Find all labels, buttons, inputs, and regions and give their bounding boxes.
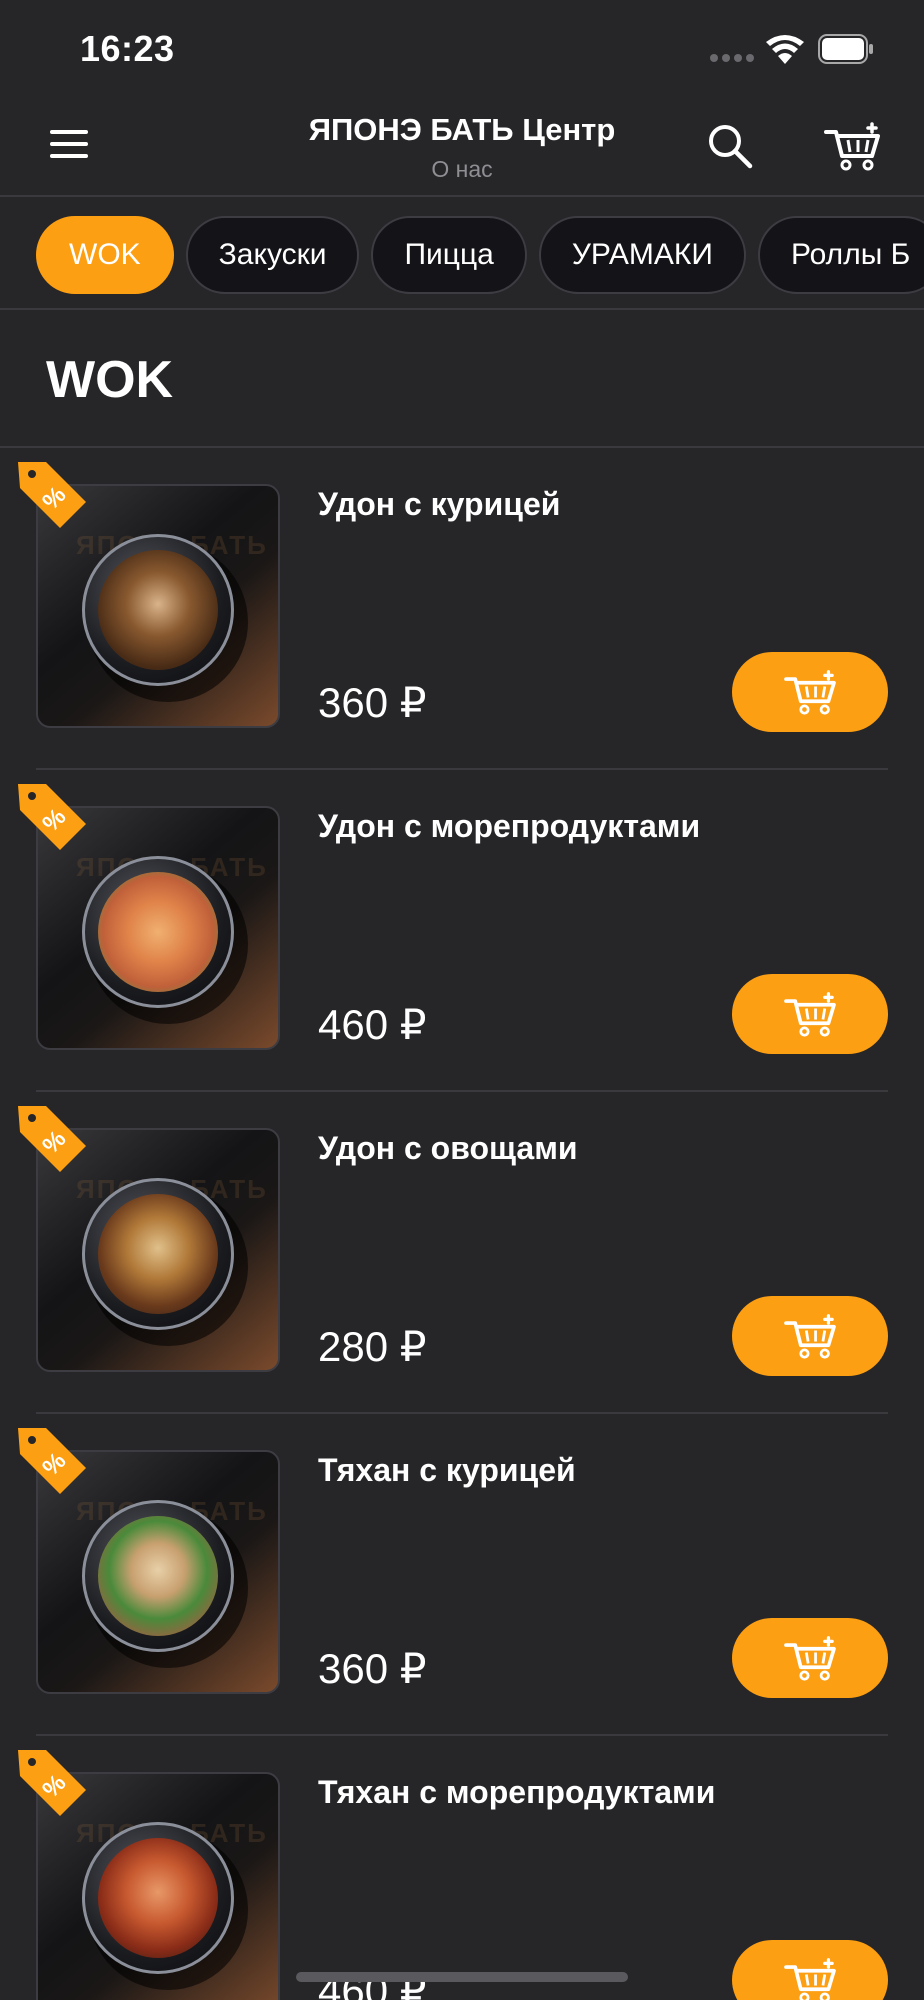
category-tabs: WOK Закуски Пицца УРАМАКИ Роллы Б (0, 198, 924, 310)
hamburger-menu-icon[interactable] (48, 126, 90, 162)
status-bar: 16:23 (0, 0, 924, 100)
discount-tag-icon: % (18, 1428, 86, 1494)
product-name: Тяхан с курицей (318, 1452, 576, 1488)
product-price: 280 ₽ (318, 1323, 427, 1370)
product-name: Тяхан с морепродуктами (318, 1774, 716, 1810)
section-title: WOK (46, 351, 174, 409)
discount-tag-icon: % (18, 1750, 86, 1816)
product-card[interactable]: ЯПОНЭ БАТЬ % Удон с овощами 280 ₽ (0, 1092, 924, 1414)
add-to-cart-icon (784, 1958, 836, 2000)
tab-zakuski[interactable]: Закуски (185, 216, 360, 294)
add-to-cart-icon (784, 1314, 836, 1359)
dish-photo (98, 1194, 218, 1314)
discount-tag-icon: % (18, 784, 86, 850)
product-card[interactable]: ЯПОНЭ БАТЬ % Тяхан с морепродуктами 460 … (0, 1736, 924, 2000)
product-card[interactable]: ЯПОНЭ БАТЬ % Удон с курицей 360 ₽ (0, 448, 924, 770)
product-name: Удон с морепродуктами (318, 808, 701, 844)
add-to-cart-button[interactable] (732, 1940, 888, 2000)
product-price: 460 ₽ (318, 1001, 427, 1048)
add-to-cart-icon (784, 1636, 836, 1681)
tab-rolly[interactable]: Роллы Б (757, 216, 924, 294)
category-row: WOK Закуски Пицца УРАМАКИ Роллы Б (36, 216, 924, 294)
add-to-cart-icon (784, 670, 836, 715)
product-card[interactable]: ЯПОНЭ БАТЬ % Тяхан с курицей 360 ₽ (0, 1414, 924, 1736)
add-to-cart-button[interactable] (732, 1296, 888, 1376)
product-name: Удон с курицей (318, 486, 561, 522)
tab-pizza[interactable]: Пицца (371, 216, 527, 294)
product-card[interactable]: ЯПОНЭ БАТЬ % Удон с морепродуктами 460 ₽ (0, 770, 924, 1092)
discount-tag-icon: % (18, 462, 86, 528)
add-to-cart-icon (784, 992, 836, 1037)
dish-photo (98, 872, 218, 992)
app-screen: 16:23 ЯПОНЭ БАТЬ Центр О нас WOK Закуски… (0, 0, 924, 2000)
discount-tag-icon: % (18, 1106, 86, 1172)
about-link[interactable]: О нас (200, 156, 724, 183)
product-price: 360 ₽ (318, 679, 427, 726)
wifi-icon (766, 35, 804, 64)
app-header: ЯПОНЭ БАТЬ Центр О нас (0, 100, 924, 197)
tab-uramaki[interactable]: УРАМАКИ (538, 216, 746, 294)
restaurant-title[interactable]: ЯПОНЭ БАТЬ Центр (200, 112, 724, 148)
dish-photo (98, 1516, 218, 1636)
cellular-signal-icon (710, 54, 754, 64)
status-time: 16:23 (80, 28, 175, 69)
add-to-cart-button[interactable] (732, 1618, 888, 1698)
shopping-cart-icon[interactable] (822, 120, 882, 172)
dish-photo (98, 1838, 218, 1958)
add-to-cart-button[interactable] (732, 974, 888, 1054)
battery-icon (818, 34, 873, 64)
home-indicator[interactable] (296, 1972, 628, 1982)
add-to-cart-button[interactable] (732, 652, 888, 732)
search-icon[interactable] (706, 122, 754, 170)
product-name: Удон с овощами (318, 1130, 578, 1166)
product-price: 360 ₽ (318, 1645, 427, 1692)
dish-photo (98, 550, 218, 670)
tab-wok[interactable]: WOK (36, 216, 174, 294)
